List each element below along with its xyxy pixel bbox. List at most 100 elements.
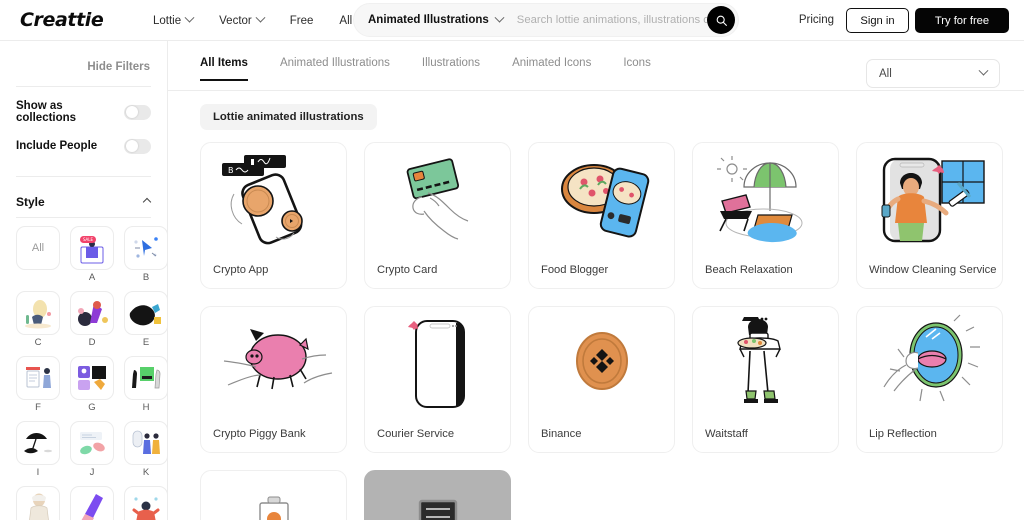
tab-icons[interactable]: Icons: [607, 57, 667, 80]
section-chip-wrap: Lottie animated illustrations: [168, 91, 1024, 130]
style-option-n[interactable]: N: [124, 486, 167, 520]
menu-board-icon: [418, 499, 457, 520]
asset-title: Courier Service: [377, 428, 455, 440]
asset-title: Binance: [541, 428, 582, 440]
style-option-f[interactable]: F: [16, 356, 60, 413]
style-thumb: [124, 486, 167, 520]
sort-filter-value: All: [879, 67, 892, 80]
style-option-b[interactable]: B: [124, 226, 167, 283]
style-option-k[interactable]: K: [124, 421, 167, 478]
style-option-e[interactable]: E: [124, 291, 167, 348]
style-thumb: [70, 421, 114, 465]
window-cleaning-icon: [881, 157, 985, 243]
asset-card[interactable]: [200, 470, 347, 520]
nav-item-vector[interactable]: Vector: [206, 0, 277, 41]
style-art-icon: [134, 237, 158, 258]
asset-card[interactable]: Courier Service: [364, 306, 511, 453]
search-submit-button[interactable]: [707, 6, 735, 34]
style-art-icon: [26, 367, 51, 388]
chevron-down-icon: [184, 12, 195, 23]
style-option-c[interactable]: C: [16, 291, 60, 348]
style-thumb: [70, 291, 114, 335]
asset-card[interactable]: Crypto Piggy Bank: [200, 306, 347, 453]
style-filter-grid: All SALE A B C D E F G H I J K: [0, 218, 167, 520]
asset-thumbnail: [365, 471, 510, 520]
try-for-free-button[interactable]: Try for free: [915, 8, 1009, 33]
divider: [16, 176, 151, 177]
style-option-g[interactable]: G: [70, 356, 114, 413]
asset-title: Food Blogger: [541, 264, 609, 276]
style-art-icon: [29, 493, 49, 520]
asset-card[interactable]: Crypto Card: [364, 142, 511, 289]
asset-card[interactable]: Beach Relaxation: [692, 142, 839, 289]
nav-item-label: Free: [289, 14, 314, 27]
content-tabs: All Items Animated Illustrations Illustr…: [168, 57, 1024, 91]
asset-title: Crypto Piggy Bank: [213, 428, 306, 440]
style-art-icon: [78, 366, 106, 390]
hide-filters-button[interactable]: Hide Filters: [0, 41, 167, 73]
filter-show-as-collections[interactable]: Show as collections: [0, 95, 167, 129]
include-people-toggle[interactable]: [124, 138, 151, 154]
asset-thumbnail: [365, 307, 510, 419]
style-thumb: [70, 486, 114, 520]
asset-title: Beach Relaxation: [705, 264, 793, 276]
chevron-up-icon: [142, 197, 152, 207]
filter-include-people[interactable]: Include People: [0, 129, 167, 163]
asset-card[interactable]: Window Cleaning Service: [856, 142, 1003, 289]
asset-card[interactable]: B Crypto App: [200, 142, 347, 289]
waitstaff-icon: [736, 317, 781, 403]
style-art-icon: [25, 300, 51, 329]
search-category-dropdown[interactable]: Animated Illustrations: [354, 12, 505, 26]
filter-label: Show as collections: [16, 100, 77, 124]
style-option-j[interactable]: J: [70, 421, 114, 478]
nav-item-label: Vector: [219, 14, 252, 27]
crypto-card-icon: [406, 158, 468, 240]
style-option-m[interactable]: M: [70, 486, 114, 520]
sign-in-button[interactable]: Sign in: [846, 8, 909, 33]
style-caption: F: [35, 402, 41, 413]
style-option-l[interactable]: L: [16, 486, 60, 520]
tab-animated-illustrations[interactable]: Animated Illustrations: [264, 57, 406, 80]
style-option-h[interactable]: H: [124, 356, 167, 413]
main-nav: Lottie Vector Free All: [140, 0, 365, 41]
style-thumb: [124, 421, 167, 465]
style-section-header[interactable]: Style: [0, 187, 167, 217]
nav-item-free[interactable]: Free: [277, 0, 327, 41]
style-caption: H: [142, 402, 150, 413]
svg-text:B: B: [228, 166, 234, 175]
style-art-icon: SALE: [80, 236, 104, 264]
asset-card[interactable]: Food Blogger: [528, 142, 675, 289]
style-option-d[interactable]: D: [70, 291, 114, 348]
tab-illustrations[interactable]: Illustrations: [406, 57, 496, 80]
show-as-collections-toggle[interactable]: [124, 104, 151, 120]
search-input[interactable]: [502, 14, 707, 26]
asset-title: Crypto Card: [377, 264, 438, 276]
section-chip[interactable]: Lottie animated illustrations: [200, 104, 377, 130]
style-option-all[interactable]: All: [16, 226, 60, 283]
tab-animated-icons[interactable]: Animated Icons: [496, 57, 607, 80]
asset-thumbnail: [693, 307, 838, 419]
style-thumb: SALE: [70, 226, 114, 270]
asset-card[interactable]: [364, 470, 511, 520]
style-option-a[interactable]: SALE A: [70, 226, 114, 283]
asset-card[interactable]: Waitstaff: [692, 306, 839, 453]
sort-filter-select[interactable]: All: [866, 59, 1000, 88]
nav-item-lottie[interactable]: Lottie: [140, 0, 206, 41]
asset-card[interactable]: Lip Reflection: [856, 306, 1003, 453]
tab-all-items[interactable]: All Items: [200, 57, 264, 81]
style-caption: D: [88, 337, 96, 348]
asset-card[interactable]: Binance: [528, 306, 675, 453]
style-option-i[interactable]: I: [16, 421, 60, 478]
search-icon: [716, 15, 727, 26]
main-content: All Items Animated Illustrations Illustr…: [168, 41, 1024, 520]
style-art-icon: [132, 430, 160, 454]
style-art-icon: [24, 433, 52, 454]
asset-thumbnail: [693, 143, 838, 255]
filter-label: Include People: [16, 140, 98, 152]
asset-title: Waitstaff: [705, 428, 748, 440]
style-art-icon: [78, 301, 108, 326]
top-navigation-bar: Creattie Lottie Vector Free All Animated…: [0, 0, 1024, 41]
pricing-link[interactable]: Pricing: [799, 14, 834, 26]
food-blogger-icon: [560, 164, 649, 238]
brand-logo[interactable]: Creattie: [20, 9, 104, 31]
